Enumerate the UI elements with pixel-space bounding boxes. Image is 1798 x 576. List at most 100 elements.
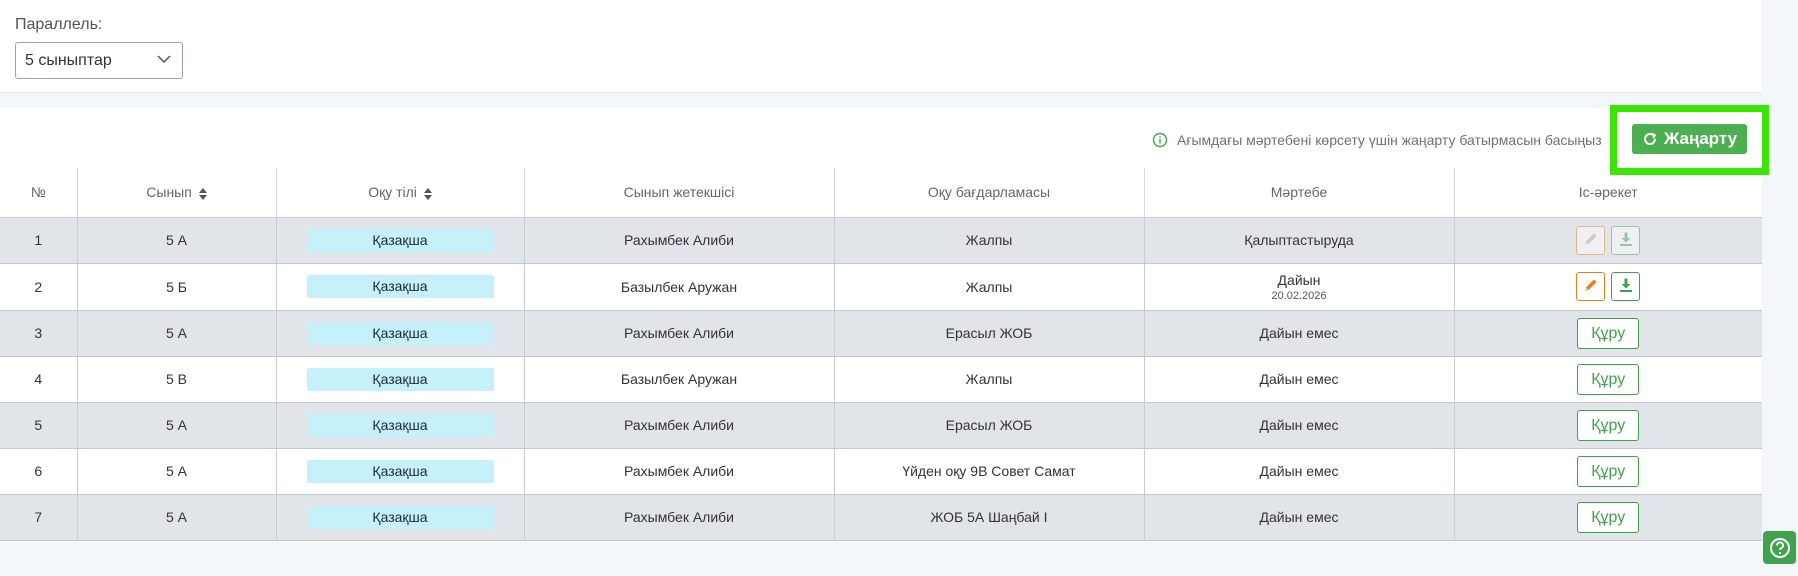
cell-action <box>1453 263 1763 311</box>
edit-button[interactable] <box>1576 272 1606 301</box>
table-body: 15 А Қазақша Рахымбек Алиби Жалпы Қалыптасты… <box>0 217 1763 541</box>
create-button[interactable]: Құру <box>1577 317 1640 349</box>
cell-teacher: Рахымбек Алиби <box>523 217 834 264</box>
cell-status: Дайын емес <box>1143 356 1454 403</box>
table-row: 35 А Қазақша Рахымбек Алиби Ерасыл ЖОБ Дайын… <box>0 310 1762 357</box>
cell-num: 3 <box>0 310 77 357</box>
parallel-select-value: 5 сыныптар <box>25 51 112 69</box>
cell-lang: Қазақша <box>275 356 524 403</box>
cell-class: 5 В <box>76 356 276 403</box>
cell-program: Жалпы <box>833 356 1144 403</box>
cell-action: Құру <box>1453 448 1762 495</box>
cell-teacher: Рахымбек Алиби <box>523 310 834 357</box>
col-class[interactable]: Сынып <box>76 168 276 218</box>
refresh-hint-text: Ағымдағы мәртебені көрсету үшін жаңарту … <box>1177 132 1602 148</box>
cell-program: Ерасыл ЖОБ <box>833 310 1144 357</box>
cell-action: Құру <box>1453 402 1762 449</box>
parallel-select[interactable]: 5 сыныптар <box>15 42 183 79</box>
cell-teacher: Рахымбек Алиби <box>523 494 834 541</box>
create-button[interactable]: Құру <box>1577 363 1640 395</box>
cell-status: Дайын емес <box>1143 402 1454 449</box>
create-button[interactable]: Құру <box>1577 455 1640 487</box>
download-button[interactable] <box>1611 225 1641 255</box>
table-header-row: № Сынып Оқу тілі Сынып жетекшісі Оқу бағ… <box>0 168 1762 218</box>
status-text: Дайын емес <box>1259 463 1339 479</box>
lang-badge: Қазақша <box>306 275 494 298</box>
col-lang-label: Оқу тілі <box>368 184 417 201</box>
edit-button[interactable] <box>1576 225 1606 255</box>
cell-lang: Қазақша <box>275 263 524 311</box>
table-row: 65 А Қазақша Рахымбек Алиби Үйден оқу 9В Со… <box>0 448 1762 495</box>
lang-badge: Қазақша <box>306 413 494 437</box>
table-row: 55 А Қазақша Рахымбек Алиби Ерасыл ЖОБ Дайын… <box>0 402 1762 449</box>
lang-badge: Қазақша <box>306 321 494 345</box>
classes-table: № Сынып Оқу тілі Сынып жетекшісі Оқу бағ… <box>0 168 1762 541</box>
col-class-label: Сынып <box>146 184 192 201</box>
cell-teacher: Базылбек Аружан <box>523 356 834 403</box>
cell-teacher: Рахымбек Алиби <box>523 448 834 495</box>
download-button[interactable] <box>1611 272 1641 301</box>
cell-class: 5 А <box>76 310 276 357</box>
cell-lang: Қазақша <box>275 217 524 264</box>
cell-class: 5 А <box>76 217 276 264</box>
cell-status: Дайын 20.02.2026 <box>1143 263 1454 311</box>
cell-program: Жалпы <box>833 217 1144 264</box>
col-lang[interactable]: Оқу тілі <box>275 168 524 218</box>
lang-badge: Қазақша <box>306 367 494 391</box>
col-action: Іс-әрекет <box>1453 168 1762 218</box>
lang-badge: Қазақша <box>306 228 494 252</box>
cell-class: 5 А <box>76 494 276 541</box>
cell-num: 6 <box>0 448 77 495</box>
cell-program: Үйден оқу 9В Совет Самат <box>833 448 1144 495</box>
cell-status: Дайын емес <box>1143 448 1454 495</box>
table-row: 45 В Қазақша Базылбек Аружан Жалпы Дайын еме… <box>0 356 1762 403</box>
help-button[interactable] <box>1763 531 1796 564</box>
status-text: Дайын емес <box>1259 509 1339 525</box>
col-status: Мәртебе <box>1143 168 1454 218</box>
filter-panel: Параллель: 5 сыныптар <box>0 0 1762 93</box>
chevron-down-icon <box>156 51 172 67</box>
cell-num: 1 <box>0 217 77 264</box>
sort-icon <box>198 187 207 200</box>
cell-program: Жалпы <box>833 263 1144 311</box>
cell-action <box>1453 217 1762 264</box>
create-button[interactable]: Құру <box>1577 501 1640 533</box>
cell-status: Қалыптастыруда <box>1143 217 1454 264</box>
row-actions <box>1455 272 1763 301</box>
question-icon <box>1769 537 1790 558</box>
col-teacher: Сынып жетекшісі <box>523 168 834 218</box>
cell-lang: Қазақша <box>275 494 524 541</box>
download-icon <box>1618 277 1634 296</box>
refresh-hint: Ағымдағы мәртебені көрсету үшін жаңарту … <box>1152 130 1602 150</box>
cell-num: 2 <box>0 263 77 311</box>
status-text: Дайын емес <box>1259 417 1339 433</box>
cell-class: 5 А <box>76 448 276 495</box>
cell-class: 5 Б <box>76 263 276 311</box>
cell-num: 5 <box>0 402 77 449</box>
status-text: Дайын емес <box>1259 325 1339 341</box>
cell-status: Дайын емес <box>1143 310 1454 357</box>
refresh-highlight <box>1610 105 1769 175</box>
cell-teacher: Рахымбек Алиби <box>523 402 834 449</box>
cell-lang: Қазақша <box>275 402 524 449</box>
table-row: 25 Б Қазақша Базылбек Аружан Жалпы Дайын 20.0… <box>0 263 1763 311</box>
cell-class: 5 А <box>76 402 276 449</box>
classes-table-panel: Ағымдағы мәртебені көрсету үшін жаңарту … <box>0 105 1769 542</box>
cell-num: 4 <box>0 356 77 403</box>
table-row: 15 А Қазақша Рахымбек Алиби Жалпы Қалыптасты… <box>0 217 1762 264</box>
info-icon <box>1152 132 1168 148</box>
cell-lang: Қазақша <box>275 448 524 495</box>
cell-num: 7 <box>0 494 77 541</box>
cell-status: Дайын емес <box>1143 494 1454 541</box>
cell-action: Құру <box>1453 310 1762 357</box>
cell-program: Ерасыл ЖОБ <box>833 402 1144 449</box>
cell-action: Құру <box>1453 356 1762 403</box>
status-text: Дайын емес <box>1259 371 1339 387</box>
cell-lang: Қазақша <box>275 310 524 357</box>
lang-badge: Қазақша <box>306 459 494 483</box>
status-text: Дайын <box>1277 271 1321 288</box>
create-button[interactable]: Құру <box>1577 409 1640 441</box>
lang-badge: Қазақша <box>306 505 494 529</box>
col-program: Оқу бағдарламасы <box>833 168 1144 218</box>
sort-icon <box>423 187 432 200</box>
